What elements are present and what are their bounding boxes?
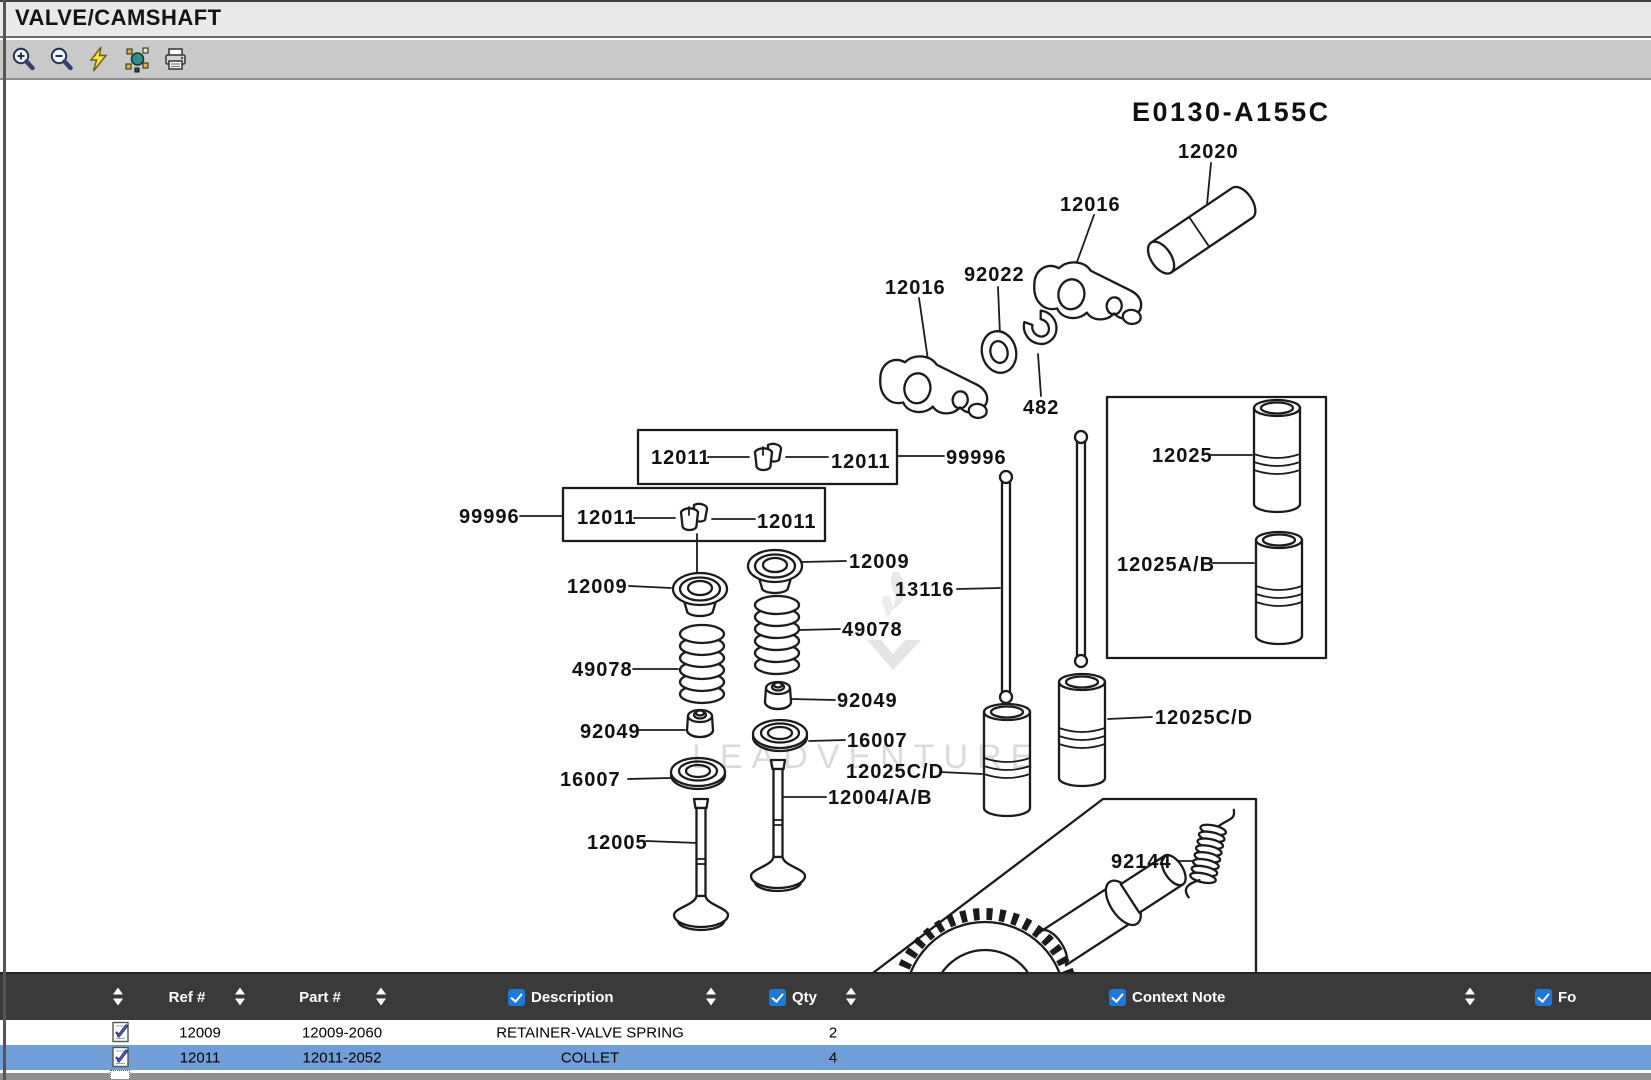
column-label: Description bbox=[531, 989, 614, 1006]
window-top-border bbox=[0, 0, 1651, 2]
part-label-12009: 12009 bbox=[567, 576, 628, 599]
part-label-16007: 16007 bbox=[560, 769, 621, 792]
part-label-12025: 12025 bbox=[1152, 445, 1213, 468]
column-header-part-[interactable]: Part # bbox=[299, 974, 341, 1020]
column-label: Qty bbox=[792, 989, 817, 1006]
sort-arrows-icon[interactable] bbox=[1464, 988, 1476, 1007]
column-label: Part # bbox=[299, 989, 341, 1006]
table-row[interactable]: 12011 12011-2052 COLLET 4 bbox=[0, 1045, 1651, 1070]
part-label-92022: 92022 bbox=[964, 264, 1025, 287]
part-label-99996: 99996 bbox=[946, 447, 1007, 470]
column-checkbox[interactable] bbox=[1109, 989, 1126, 1006]
row-detail-icon[interactable] bbox=[110, 1021, 132, 1043]
parts-catalog-window: VALVE/CAMSHAFT bbox=[0, 0, 1651, 1080]
part-label-49078: 49078 bbox=[842, 619, 903, 642]
hotspot-button[interactable] bbox=[124, 46, 151, 73]
zoom-in-button[interactable] bbox=[10, 46, 37, 73]
column-label: Context Note bbox=[1132, 989, 1225, 1006]
part-label-49078: 49078 bbox=[572, 659, 633, 682]
column-checkbox[interactable] bbox=[1535, 989, 1552, 1006]
part-label-92144: 92144 bbox=[1111, 851, 1172, 874]
column-header-fo[interactable]: Fo bbox=[1535, 974, 1576, 1020]
column-header-description[interactable]: Description bbox=[508, 974, 614, 1020]
title-bar: VALVE/CAMSHAFT bbox=[0, 0, 1651, 38]
cell-description: RETAINER-VALVE SPRING bbox=[496, 1024, 684, 1041]
table-row[interactable]: 12009 12009-2060 RETAINER-VALVE SPRING 2 bbox=[0, 1020, 1651, 1045]
part-label-482: 482 bbox=[1023, 397, 1059, 420]
column-header-qty[interactable]: Qty bbox=[769, 974, 817, 1020]
parts-table: Ref #Part #DescriptionQtyContext NoteFo … bbox=[0, 972, 1651, 1080]
cell-qty: 2 bbox=[829, 1024, 837, 1041]
diagram-code: E0130-A155C bbox=[1132, 97, 1331, 128]
part-label-12011: 12011 bbox=[831, 451, 891, 474]
window-left-border bbox=[3, 0, 6, 1080]
zoom-out-icon bbox=[48, 46, 75, 73]
zoom-out-button[interactable] bbox=[48, 46, 75, 73]
image-hotspot-icon bbox=[124, 46, 151, 73]
sort-arrows-icon[interactable] bbox=[234, 988, 246, 1007]
part-label-12016: 12016 bbox=[1060, 194, 1121, 217]
part-label-12009: 12009 bbox=[849, 551, 910, 574]
part-label-99996: 99996 bbox=[459, 506, 520, 529]
column-label: Fo bbox=[1558, 989, 1576, 1006]
refresh-button[interactable] bbox=[86, 46, 113, 73]
lightning-icon bbox=[86, 46, 113, 73]
column-header-ref-[interactable]: Ref # bbox=[169, 974, 206, 1020]
column-checkbox[interactable] bbox=[508, 989, 525, 1006]
row-detail-icon[interactable] bbox=[110, 1046, 132, 1068]
part-label-12025cd: 12025C/D bbox=[1155, 707, 1253, 730]
column-header-context-note[interactable]: Context Note bbox=[1109, 974, 1225, 1020]
print-button[interactable] bbox=[162, 46, 189, 73]
part-label-92049: 92049 bbox=[580, 721, 641, 744]
sort-arrows-icon[interactable] bbox=[845, 988, 857, 1007]
sort-arrows-icon[interactable] bbox=[705, 988, 717, 1007]
sort-arrows-icon[interactable] bbox=[375, 988, 387, 1007]
part-label-12011: 12011 bbox=[757, 511, 817, 534]
zoom-in-icon bbox=[10, 46, 37, 73]
part-label-12016: 12016 bbox=[885, 277, 946, 300]
column-label: Ref # bbox=[169, 989, 206, 1006]
parts-table-header: Ref # Part # Description Qty Context Note Fo bbox=[0, 972, 1651, 1020]
part-label-12011: 12011 bbox=[577, 507, 637, 530]
sort-arrows-icon[interactable] bbox=[112, 988, 124, 1007]
table-bottom-strip bbox=[0, 1073, 1651, 1080]
toolbar bbox=[0, 40, 1651, 80]
printer-icon bbox=[162, 46, 189, 73]
part-label-16007: 16007 bbox=[847, 730, 908, 753]
cell-description: COLLET bbox=[561, 1049, 619, 1066]
cell-part: 12009-2060 bbox=[302, 1024, 382, 1041]
part-label-12011: 12011 bbox=[651, 447, 711, 470]
page-title: VALVE/CAMSHAFT bbox=[15, 5, 222, 31]
part-label-12020: 12020 bbox=[1178, 141, 1239, 164]
cell-qty: 4 bbox=[829, 1049, 837, 1066]
part-label-12005: 12005 bbox=[587, 832, 648, 855]
next-row-icon-partial[interactable] bbox=[110, 1070, 130, 1079]
part-label-13116: 13116 bbox=[895, 579, 955, 602]
column-checkbox[interactable] bbox=[769, 989, 786, 1006]
part-label-92049: 92049 bbox=[837, 690, 898, 713]
cell-part: 12011-2052 bbox=[303, 1049, 382, 1066]
part-label-12025ab: 12025A/B bbox=[1117, 554, 1215, 577]
parts-table-rows: 12009 12009-2060 RETAINER-VALVE SPRING 2… bbox=[0, 1020, 1651, 1070]
cell-ref: 12011 bbox=[180, 1049, 221, 1066]
diagram-canvas bbox=[0, 82, 1651, 972]
cell-ref: 12009 bbox=[179, 1024, 221, 1041]
part-label-12004ab: 12004/A/B bbox=[828, 787, 933, 810]
part-label-12025cd: 12025C/D bbox=[846, 761, 944, 784]
